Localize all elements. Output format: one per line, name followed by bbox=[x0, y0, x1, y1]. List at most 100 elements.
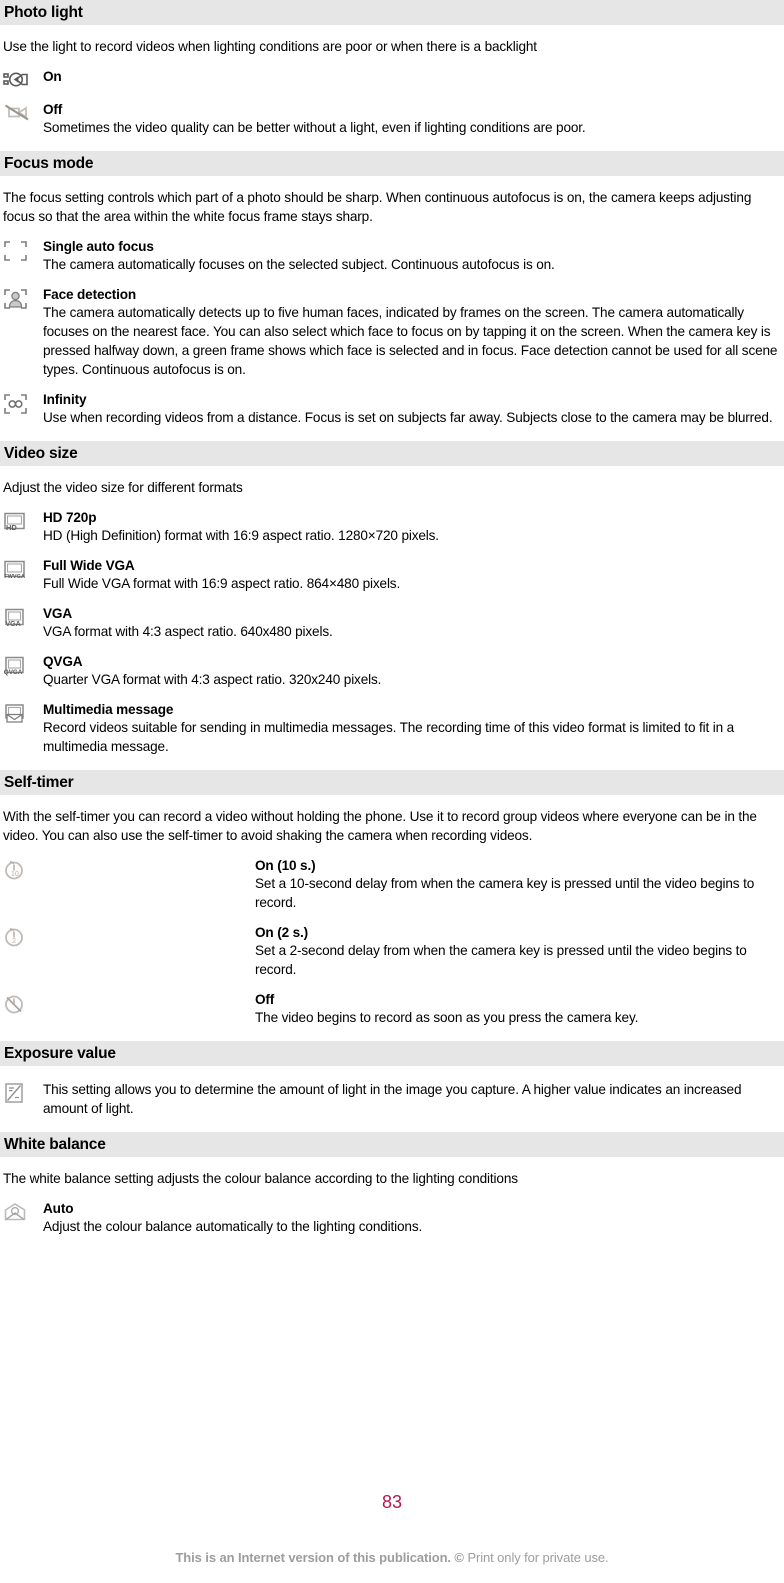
option-desc: The video begins to record as soon as yo… bbox=[255, 1010, 639, 1025]
qvga-icon: QVGA bbox=[3, 653, 43, 676]
option-desc: Record videos suitable for sending in mu… bbox=[43, 720, 735, 754]
option-row-infinity-focus: Infinity Use when recording videos from … bbox=[0, 391, 784, 427]
option-desc: HD (High Definition) format with 16:9 as… bbox=[43, 528, 439, 543]
option-body: Auto Adjust the colour balance automatic… bbox=[43, 1200, 784, 1236]
option-body: HD 720p HD (High Definition) format with… bbox=[43, 509, 784, 545]
section-intro-photo-light: Use the light to record videos when ligh… bbox=[3, 39, 537, 54]
face-detection-icon bbox=[3, 286, 43, 310]
svg-text:2: 2 bbox=[12, 938, 16, 945]
section-header-focus-mode: Focus mode bbox=[0, 151, 784, 176]
option-desc: Adjust the colour balance automatically … bbox=[43, 1219, 423, 1234]
option-row-self-timer-2s: 2 On (2 s.) Set a 2-second delay from wh… bbox=[0, 924, 784, 979]
svg-text:QVGA: QVGA bbox=[4, 669, 23, 676]
option-row-self-timer-off: Off The video begins to record as soon a… bbox=[0, 991, 784, 1027]
option-row-exposure-value: This setting allows you to determine the… bbox=[0, 1080, 784, 1118]
footer-notice: This is an Internet version of this publ… bbox=[0, 1550, 784, 1565]
hd-720p-icon: HD bbox=[3, 509, 43, 532]
option-body: On (10 s.) Set a 10-second delay from wh… bbox=[255, 857, 784, 912]
option-row-full-wide-vga: FWVGA Full Wide VGA Full Wide VGA format… bbox=[0, 557, 784, 593]
option-body: Face detection The camera automatically … bbox=[43, 286, 784, 379]
section-intro-focus-mode: The focus setting controls which part of… bbox=[3, 190, 752, 224]
section-intro-self-timer: With the self-timer you can record a vid… bbox=[3, 809, 757, 843]
option-title: Face detection bbox=[43, 287, 137, 302]
option-title: On (2 s.) bbox=[255, 925, 309, 940]
option-title: QVGA bbox=[43, 654, 83, 669]
option-row-face-detection: Face detection The camera automatically … bbox=[0, 286, 784, 379]
section-header-video-size: Video size bbox=[0, 441, 784, 466]
option-body: Full Wide VGA Full Wide VGA format with … bbox=[43, 557, 784, 593]
option-row-self-timer-10s: 10 On (10 s.) Set a 10-second delay from… bbox=[0, 857, 784, 912]
option-desc: Use when recording videos from a distanc… bbox=[43, 410, 773, 425]
option-desc: Sometimes the video quality can be bette… bbox=[43, 120, 586, 135]
option-body: QVGA Quarter VGA format with 4:3 aspect … bbox=[43, 653, 784, 689]
self-timer-2s-icon: 2 bbox=[3, 924, 43, 948]
section-header-photo-light: Photo light bbox=[0, 0, 784, 25]
option-body: Infinity Use when recording videos from … bbox=[43, 391, 784, 427]
section-intro-white-balance: The white balance setting adjusts the co… bbox=[3, 1171, 518, 1186]
option-title: Full Wide VGA bbox=[43, 558, 135, 573]
white-balance-auto-icon bbox=[3, 1200, 43, 1223]
section-title: White balance bbox=[4, 1135, 106, 1153]
option-body: Off Sometimes the video quality can be b… bbox=[43, 101, 784, 137]
option-row-qvga: QVGA QVGA Quarter VGA format with 4:3 as… bbox=[0, 653, 784, 689]
option-row-photo-light-on: On bbox=[0, 68, 784, 89]
option-title: Auto bbox=[43, 1201, 74, 1216]
option-desc: Full Wide VGA format with 16:9 aspect ra… bbox=[43, 576, 401, 591]
single-auto-focus-icon bbox=[3, 238, 43, 262]
section-title: Photo light bbox=[4, 3, 83, 21]
option-body: Off The video begins to record as soon a… bbox=[255, 991, 784, 1027]
option-body: Multimedia message Record videos suitabl… bbox=[43, 701, 784, 756]
footer-rest-text: Print only for private use. bbox=[467, 1550, 609, 1565]
option-desc: VGA format with 4:3 aspect ratio. 640x48… bbox=[43, 624, 333, 639]
option-desc: The camera automatically focuses on the … bbox=[43, 257, 555, 272]
option-row-photo-light-off: Off Sometimes the video quality can be b… bbox=[0, 101, 784, 137]
section-header-exposure-value: Exposure value bbox=[0, 1041, 784, 1066]
self-timer-10s-icon: 10 bbox=[3, 857, 43, 881]
option-title: Off bbox=[255, 992, 275, 1007]
option-title: Multimedia message bbox=[43, 702, 174, 717]
svg-text:VGA: VGA bbox=[6, 621, 21, 628]
option-body: VGA VGA format with 4:3 aspect ratio. 64… bbox=[43, 605, 784, 641]
vga-icon: VGA bbox=[3, 605, 43, 628]
option-title: On bbox=[43, 69, 62, 84]
option-body: On (2 s.) Set a 2-second delay from when… bbox=[255, 924, 784, 979]
option-title: Off bbox=[43, 102, 63, 117]
option-row-white-balance-auto: Auto Adjust the colour balance automatic… bbox=[0, 1200, 784, 1236]
option-title: On (10 s.) bbox=[255, 858, 316, 873]
self-timer-off-icon bbox=[3, 991, 43, 1015]
section-title: Video size bbox=[4, 444, 78, 462]
option-title: VGA bbox=[43, 606, 73, 621]
section-intro-video-size: Adjust the video size for different form… bbox=[3, 480, 243, 495]
section-title: Self-timer bbox=[4, 773, 74, 791]
option-title: HD 720p bbox=[43, 510, 97, 525]
photo-light-off-icon bbox=[3, 101, 43, 122]
option-desc: The camera automatically detects up to f… bbox=[43, 305, 778, 377]
svg-text:HD: HD bbox=[6, 523, 17, 532]
option-body: On bbox=[43, 68, 784, 85]
option-desc: Set a 10-second delay from when the came… bbox=[255, 876, 755, 910]
option-desc: Set a 2-second delay from when the camer… bbox=[255, 943, 747, 977]
svg-text:10: 10 bbox=[11, 871, 19, 878]
section-header-self-timer: Self-timer bbox=[0, 770, 784, 795]
option-row-multimedia-message: Multimedia message Record videos suitabl… bbox=[0, 701, 784, 756]
exposure-value-icon bbox=[3, 1080, 43, 1104]
section-header-white-balance: White balance bbox=[0, 1132, 784, 1157]
option-desc: This setting allows you to determine the… bbox=[43, 1082, 742, 1116]
option-title: Infinity bbox=[43, 392, 87, 407]
multimedia-message-icon bbox=[3, 701, 43, 724]
option-row-vga: VGA VGA VGA format with 4:3 aspect ratio… bbox=[0, 605, 784, 641]
footer-bold-text: This is an Internet version of this publ… bbox=[175, 1550, 468, 1565]
option-title: Single auto focus bbox=[43, 239, 154, 254]
option-row-hd-720p: HD HD 720p HD (High Definition) format w… bbox=[0, 509, 784, 545]
option-desc: Quarter VGA format with 4:3 aspect ratio… bbox=[43, 672, 382, 687]
option-body: This setting allows you to determine the… bbox=[43, 1080, 784, 1118]
photo-light-on-icon bbox=[3, 68, 43, 89]
section-title: Focus mode bbox=[4, 154, 94, 172]
page-number: 83 bbox=[381, 1492, 403, 1512]
manual-page: Photo light Use the light to record vide… bbox=[0, 0, 784, 1583]
svg-text:FWVGA: FWVGA bbox=[4, 574, 25, 580]
option-body: Single auto focus The camera automatical… bbox=[43, 238, 784, 274]
infinity-focus-icon bbox=[3, 391, 43, 415]
full-wide-vga-icon: FWVGA bbox=[3, 557, 43, 580]
section-title: Exposure value bbox=[4, 1044, 116, 1062]
